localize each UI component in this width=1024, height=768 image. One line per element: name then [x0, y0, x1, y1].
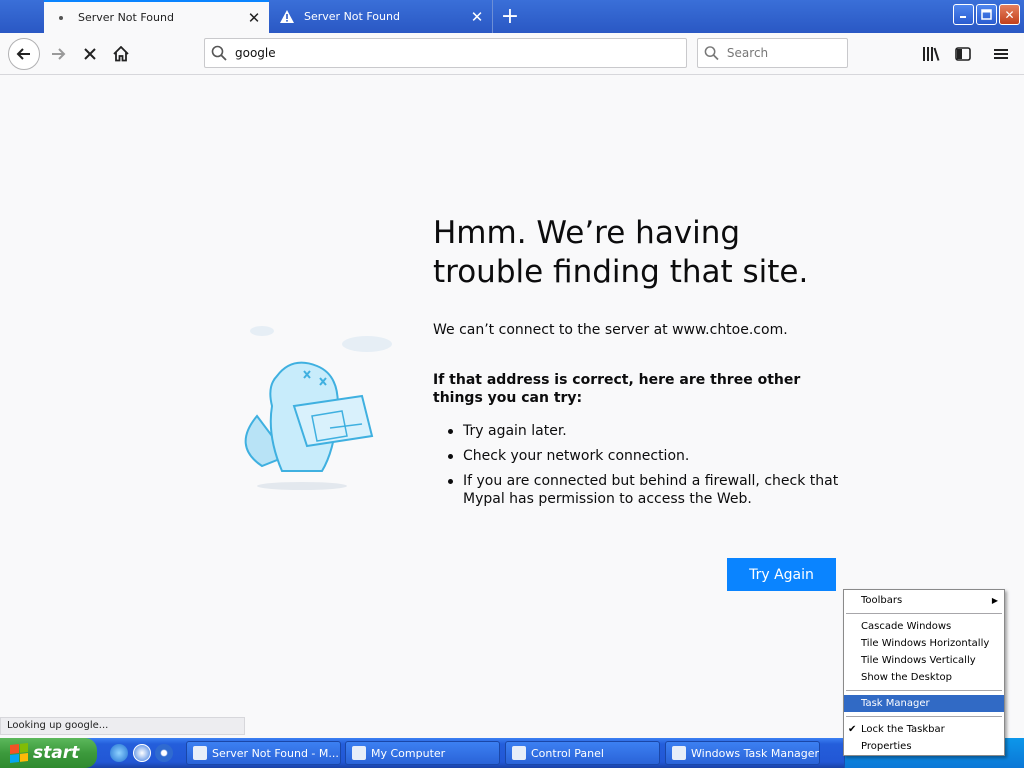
browser-icon: [193, 746, 207, 760]
home-button[interactable]: [107, 40, 135, 68]
tab-strip: Server Not Found ✕ Server Not Found ✕ + …: [0, 0, 1024, 33]
menu-item-cascade-windows[interactable]: Cascade Windows: [844, 618, 1004, 635]
menu-item-label: Lock the Taskbar: [861, 724, 945, 735]
search-icon: [704, 46, 719, 61]
checkmark-icon: ✔: [848, 724, 857, 735]
close-tab-icon[interactable]: ✕: [466, 6, 488, 28]
start-label: start: [33, 743, 80, 763]
menu-separator: [846, 690, 1002, 691]
menu-item-tile-vertically[interactable]: Tile Windows Vertically: [844, 652, 1004, 669]
menu-item-show-desktop[interactable]: Show the Desktop: [844, 669, 1004, 686]
list-item: Try again later.: [448, 422, 843, 440]
tab-server-not-found-active[interactable]: Server Not Found ✕: [44, 0, 269, 33]
taskbar-item-my-computer[interactable]: My Computer: [345, 741, 500, 765]
warning-icon: [280, 10, 294, 24]
library-button[interactable]: [918, 40, 944, 68]
menu-separator: [846, 613, 1002, 614]
hamburger-icon: [994, 49, 1008, 59]
taskbar-item-label: Server Not Found - M...: [212, 746, 339, 760]
forward-arrow-icon: [52, 48, 66, 60]
tab-label: Server Not Found: [304, 10, 400, 23]
new-tab-button[interactable]: +: [496, 4, 524, 29]
menu-item-label: Cascade Windows: [861, 621, 952, 632]
menu-item-label: Properties: [861, 741, 912, 752]
error-description: We can’t connect to the server at www.ch…: [433, 322, 788, 338]
search-bar[interactable]: [697, 38, 848, 68]
loading-dot-icon: [54, 11, 68, 25]
close-tab-icon[interactable]: ✕: [243, 7, 265, 29]
search-input[interactable]: [726, 46, 847, 60]
media-player-icon[interactable]: [155, 744, 173, 762]
list-item: If you are connected but behind a firewa…: [448, 472, 843, 508]
internet-explorer-icon[interactable]: [110, 744, 128, 762]
library-icon: [923, 47, 940, 61]
close-window-button[interactable]: ✕: [999, 4, 1020, 25]
taskbar-item-control-panel[interactable]: Control Panel: [505, 741, 660, 765]
hamburger-menu-button[interactable]: [988, 40, 1014, 68]
navigation-toolbar: [0, 33, 1024, 75]
search-icon: [211, 45, 227, 61]
sidebar-button[interactable]: [950, 40, 976, 68]
sidebar-icon: [955, 47, 971, 61]
list-item: Check your network connection.: [448, 447, 843, 465]
menu-separator: [846, 716, 1002, 717]
taskbar-context-menu: Toolbars ▶ Cascade Windows Tile Windows …: [843, 589, 1005, 756]
tab-server-not-found[interactable]: Server Not Found ✕: [270, 0, 493, 33]
url-bar[interactable]: [204, 38, 687, 68]
taskbar-item-label: My Computer: [371, 746, 446, 760]
taskbar-item-browser[interactable]: Server Not Found - M...: [186, 741, 341, 765]
browser-quicklaunch-icon[interactable]: [133, 744, 151, 762]
back-arrow-icon: [16, 48, 30, 60]
menu-item-tile-horizontally[interactable]: Tile Windows Horizontally: [844, 635, 1004, 652]
menu-item-label: Show the Desktop: [861, 672, 952, 683]
minimize-button[interactable]: [953, 4, 974, 25]
submenu-arrow-icon: ▶: [991, 596, 998, 605]
taskbar-item-task-manager[interactable]: Windows Task Manager: [665, 741, 820, 765]
tab-label: Server Not Found: [78, 11, 174, 24]
error-title: Hmm. We’re having trouble finding that s…: [433, 215, 809, 290]
menu-item-label: Tile Windows Horizontally: [861, 638, 990, 649]
taskbar-item-label: Control Panel: [531, 746, 604, 760]
start-button[interactable]: start: [0, 738, 97, 768]
menu-item-lock-taskbar[interactable]: ✔ Lock the Taskbar: [844, 721, 1004, 738]
home-icon: [113, 46, 129, 62]
menu-item-label: Task Manager: [861, 698, 930, 709]
suggestion-list: Try again later. Check your network conn…: [448, 422, 843, 515]
control-panel-icon: [512, 746, 526, 760]
windows-logo-icon: [10, 743, 28, 763]
menu-item-task-manager[interactable]: Task Manager: [844, 695, 1004, 712]
url-input[interactable]: [235, 46, 663, 60]
computer-icon: [352, 746, 366, 760]
taskbar-item-label: Windows Task Manager: [691, 746, 820, 760]
suggestions-heading: If that address is correct, here are thr…: [433, 372, 801, 406]
task-manager-icon: [672, 746, 686, 760]
menu-item-properties[interactable]: Properties: [844, 738, 1004, 755]
maximize-button[interactable]: [976, 4, 997, 25]
menu-item-toolbars[interactable]: Toolbars ▶: [844, 592, 1004, 609]
menu-item-label: Toolbars: [861, 595, 903, 606]
stop-x-icon: [84, 48, 96, 60]
stop-button[interactable]: [76, 40, 104, 68]
status-bar: Looking up google...: [0, 717, 245, 735]
confused-monster-illustration: [244, 326, 392, 490]
forward-button[interactable]: [44, 40, 72, 68]
menu-item-label: Tile Windows Vertically: [861, 655, 976, 666]
window-controls: ✕: [953, 4, 1020, 25]
back-button[interactable]: [8, 38, 40, 70]
try-again-button[interactable]: Try Again: [727, 558, 836, 591]
